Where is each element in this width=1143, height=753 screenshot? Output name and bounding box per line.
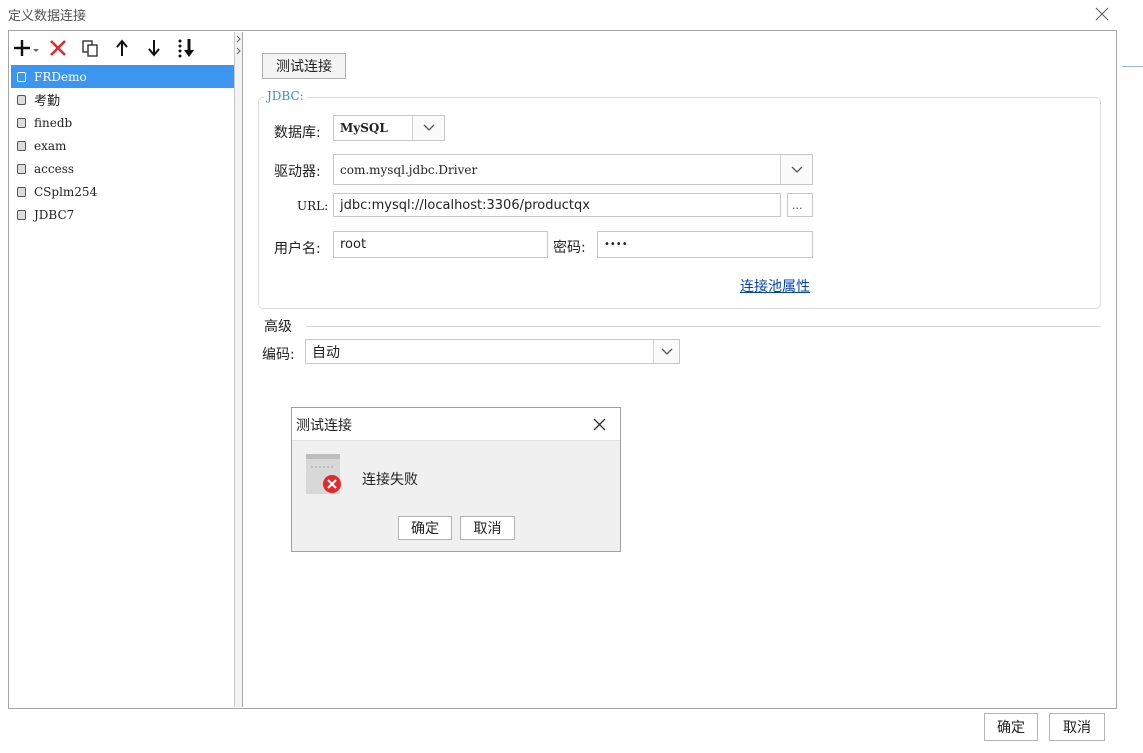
background-divider	[1122, 66, 1143, 67]
dialog-titlebar	[0, 0, 1143, 30]
url-input[interactable]: jdbc:mysql://localhost:3306/productqx	[333, 193, 781, 217]
delete-icon[interactable]	[44, 35, 72, 61]
database-icon	[17, 186, 26, 197]
connection-list: FRDemo 考勤 finedb exam access CSplm254 JD…	[11, 65, 234, 226]
move-up-icon[interactable]	[108, 35, 136, 61]
database-icon	[17, 71, 26, 82]
driver-value: com.mysql.jdbc.Driver	[340, 162, 478, 177]
chevron-down-icon	[780, 155, 812, 184]
cancel-button[interactable]: 取消	[1049, 713, 1105, 741]
database-icon	[17, 117, 26, 128]
chevron-down-icon	[412, 116, 444, 140]
database-label: 数据库:	[274, 125, 321, 141]
encoding-select[interactable]: 自动	[305, 339, 680, 364]
chevron-down-icon	[653, 340, 679, 363]
connection-name: access	[34, 161, 75, 176]
url-label: URL:	[297, 199, 329, 213]
list-item[interactable]: FRDemo	[11, 65, 234, 88]
advanced-section-title: 高级	[264, 319, 292, 335]
password-input[interactable]: ••••	[597, 231, 813, 258]
encoding-label: 编码:	[262, 347, 295, 363]
list-item[interactable]: JDBC7	[11, 203, 234, 226]
message-ok-button[interactable]: 确定	[398, 516, 452, 540]
list-item[interactable]: access	[11, 157, 234, 180]
url-browse-button[interactable]: ...	[787, 193, 813, 217]
copy-icon[interactable]	[76, 35, 104, 61]
url-value: jdbc:mysql://localhost:3306/productqx	[340, 197, 590, 213]
close-icon[interactable]	[587, 412, 611, 436]
section-divider	[306, 326, 1101, 327]
connection-name: JDBC7	[34, 207, 75, 222]
message-cancel-button[interactable]: 取消	[460, 516, 515, 540]
panel-splitter[interactable]	[235, 32, 243, 707]
connection-name: finedb	[34, 115, 73, 130]
database-icon	[17, 163, 26, 174]
connection-toolbar	[12, 34, 232, 62]
connection-name: 考勤	[34, 94, 61, 109]
connection-name: FRDemo	[34, 69, 87, 84]
error-icon	[305, 453, 343, 495]
driver-label: 驱动器:	[274, 164, 321, 180]
database-icon	[17, 94, 26, 105]
username-value: root	[340, 237, 367, 252]
database-icon	[17, 140, 26, 151]
list-item[interactable]: exam	[11, 134, 234, 157]
connection-name: exam	[34, 138, 67, 153]
encoding-value: 自动	[312, 344, 340, 361]
connection-name: CSplm254	[34, 184, 98, 199]
move-down-icon[interactable]	[140, 35, 168, 61]
add-icon[interactable]	[12, 35, 40, 61]
test-connection-button[interactable]: 测试连接	[262, 53, 346, 79]
ok-button[interactable]: 确定	[984, 713, 1038, 741]
message-title: 测试连接	[296, 418, 352, 434]
message-text: 连接失败	[362, 472, 418, 488]
dialog-title: 定义数据连接	[8, 9, 87, 24]
password-label: 密码:	[553, 240, 586, 256]
list-item[interactable]: CSplm254	[11, 180, 234, 203]
jdbc-legend: JDBC:	[264, 89, 307, 103]
password-value: ••••	[604, 239, 628, 250]
database-icon	[17, 209, 26, 220]
sort-icon[interactable]	[172, 35, 200, 61]
list-item[interactable]: finedb	[11, 111, 234, 134]
username-input[interactable]: root	[333, 231, 548, 258]
connection-pool-link[interactable]: 连接池属性	[740, 276, 810, 296]
background-window	[1117, 30, 1143, 753]
close-icon[interactable]	[1089, 1, 1115, 27]
driver-select[interactable]: com.mysql.jdbc.Driver	[333, 154, 813, 185]
database-select[interactable]: MySQL	[333, 115, 445, 141]
database-value: MySQL	[340, 121, 388, 135]
list-item[interactable]: 考勤	[11, 88, 234, 111]
username-label: 用户名:	[274, 241, 321, 257]
